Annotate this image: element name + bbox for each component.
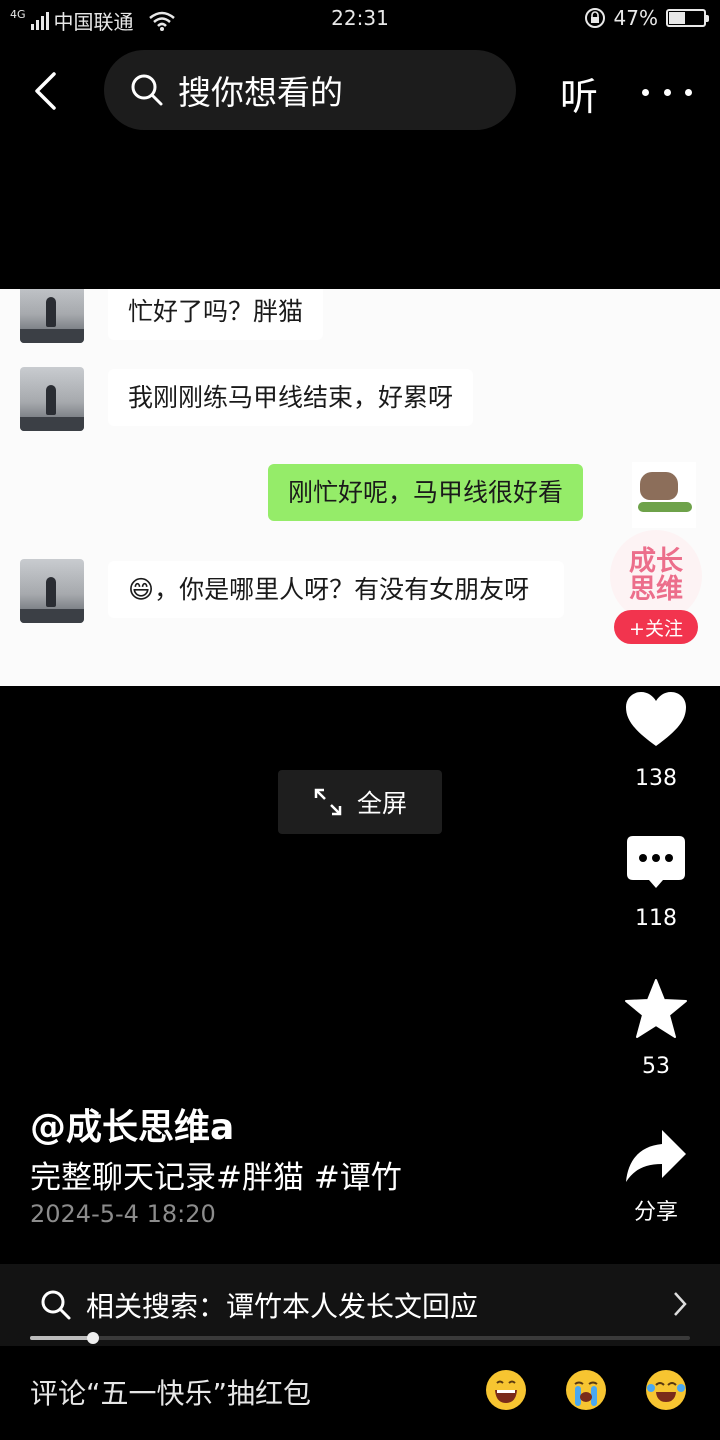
- cat-plate: [638, 502, 692, 512]
- favorite-action[interactable]: 53: [606, 978, 706, 1079]
- share-arrow-icon[interactable]: [624, 1128, 688, 1184]
- related-search-bar[interactable]: 相关搜索：谭竹本人发长文回应: [0, 1264, 720, 1346]
- post-date: 2024-5-4 18:20: [30, 1200, 216, 1228]
- battery-icon: [666, 9, 709, 27]
- listen-button[interactable]: 听: [560, 66, 598, 121]
- chat-bubble: 😄，你是哪里人呀？有没有女朋友呀: [108, 561, 564, 618]
- progress-handle[interactable]: [86, 1332, 99, 1344]
- search-placeholder: 搜你想看的: [178, 73, 343, 112]
- progress-fill: [30, 1336, 93, 1340]
- chat-bubble: 忙好了吗？胖猫: [108, 289, 324, 340]
- dot: [642, 88, 649, 96]
- back-button[interactable]: [20, 64, 70, 118]
- creator-avatar[interactable]: 成长 思维: [610, 530, 702, 622]
- back-arrow-icon: [35, 72, 56, 110]
- search-icon: [41, 1290, 71, 1320]
- comment-count: 118: [635, 906, 677, 931]
- heart-icon[interactable]: [624, 690, 688, 748]
- progress-track[interactable]: [30, 1336, 690, 1340]
- status-bar: 4G 中国联通 22:31 47%: [0, 0, 720, 38]
- related-search-label: 相关搜索：谭竹本人发长文回应: [86, 1290, 479, 1323]
- status-right: 47%: [584, 6, 709, 30]
- fullscreen-label: 全屏: [356, 789, 407, 818]
- more-options-button[interactable]: [642, 72, 692, 112]
- cat-face: [640, 472, 678, 500]
- laughing-face-glyph: [495, 1380, 517, 1403]
- tearful-joy-face-glyph: [647, 1382, 685, 1402]
- like-action[interactable]: 138: [606, 690, 706, 791]
- crying-face-icon[interactable]: [566, 1370, 606, 1410]
- grin-emoji: 😄: [128, 575, 155, 604]
- like-count: 138: [635, 766, 677, 791]
- comment-action[interactable]: 118: [606, 834, 706, 931]
- video-caption[interactable]: 完整聊天记录#胖猫 #谭竹: [30, 1152, 402, 1197]
- star-icon[interactable]: [624, 978, 688, 1040]
- comment-icon[interactable]: [625, 834, 687, 892]
- chat-bubble-self: 刚忙好呢，马甲线很好看: [268, 464, 584, 521]
- contact-avatar: [20, 367, 84, 431]
- laughing-face-icon[interactable]: [486, 1370, 526, 1410]
- dot: [663, 88, 671, 96]
- contact-avatar: [20, 289, 84, 343]
- search-input[interactable]: 搜你想看的: [104, 50, 516, 130]
- creator-avatar-text: 思维: [629, 574, 683, 605]
- share-label: 分享: [633, 1200, 678, 1225]
- creator-avatar-text: 成长: [629, 546, 683, 577]
- battery-percent: 47%: [613, 6, 658, 30]
- fullscreen-button[interactable]: 全屏: [278, 770, 442, 834]
- search-icon: [131, 74, 163, 106]
- rotation-lock-icon: [584, 8, 605, 28]
- chat-bubble: 我刚刚练马甲线结束，好累呀: [108, 369, 474, 426]
- comment-input[interactable]: 评论“五一快乐”抽红包: [30, 1372, 311, 1412]
- dot: [685, 88, 692, 96]
- contact-avatar: [20, 559, 84, 623]
- follow-button[interactable]: +关注: [614, 610, 698, 644]
- favorite-count: 53: [642, 1054, 670, 1079]
- author-name[interactable]: @成长思维a: [30, 1098, 234, 1150]
- tearful-joy-face-icon[interactable]: [646, 1370, 686, 1410]
- expand-icon: [314, 788, 342, 816]
- share-action[interactable]: 分享: [606, 1128, 706, 1226]
- crying-face-glyph: [574, 1381, 598, 1406]
- chevron-right-icon: [674, 1292, 687, 1316]
- video-player[interactable]: 忙好了吗？胖猫 我刚刚练马甲线结束，好累呀 刚忙好呢，马甲线很好看 😄，你是哪里…: [0, 289, 720, 686]
- self-avatar: [632, 462, 696, 528]
